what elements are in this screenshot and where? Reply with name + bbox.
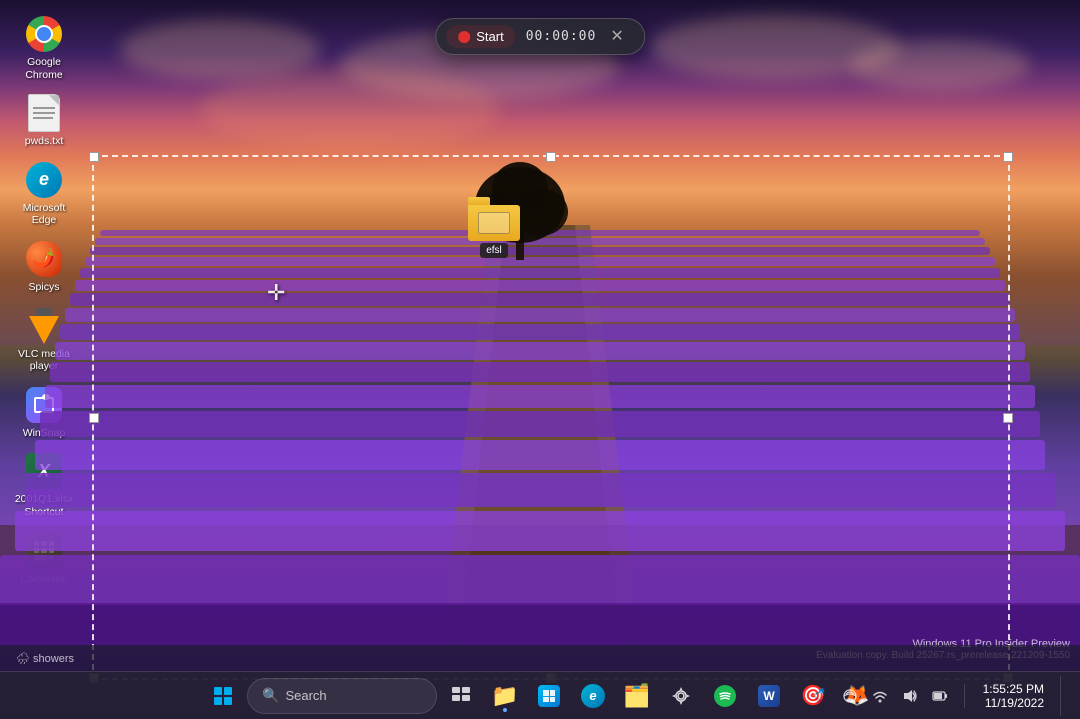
network-icon[interactable] — [836, 678, 864, 714]
taskbar: 🔍 Search 📁 — [0, 671, 1080, 719]
search-placeholder-text: Search — [285, 688, 326, 703]
windows-logo-icon — [214, 687, 232, 705]
recording-close-button[interactable]: ✕ — [606, 27, 627, 47]
settings-button[interactable] — [661, 676, 701, 716]
folder-icon — [468, 197, 520, 241]
explorer-2-button[interactable]: 🗂️ — [617, 676, 657, 716]
edge-icon: e — [24, 160, 64, 200]
start-button[interactable]: Start — [446, 25, 515, 48]
cloud-4 — [850, 40, 1030, 90]
desktop-icon-edge[interactable]: e Microsoft Edge — [8, 156, 80, 231]
desktop: efsl ✛ Google Chrome pwds.txt — [0, 0, 1080, 719]
clock-button[interactable]: 1:55:25 PM 11/19/2022 — [975, 672, 1052, 719]
lavender-field — [0, 225, 1080, 645]
weather-text: 🌧 showers — [16, 652, 74, 665]
cloud-1 — [120, 20, 320, 80]
word-button[interactable]: W — [749, 676, 789, 716]
wifi-icon[interactable] — [866, 678, 894, 714]
settings-icon — [670, 685, 692, 707]
search-magnifier-icon: 🔍 — [262, 687, 279, 704]
task-view-icon — [451, 686, 471, 706]
file-icon — [24, 93, 64, 133]
task-view-button[interactable] — [441, 676, 481, 716]
taskbar-search-bar[interactable]: 🔍 Search — [247, 678, 437, 714]
tray-icons-area — [836, 678, 954, 714]
chrome-icon — [24, 14, 64, 54]
desktop-icon-pwds[interactable]: pwds.txt — [8, 89, 80, 152]
edge-label: Microsoft Edge — [12, 202, 76, 227]
record-dot-icon — [458, 31, 470, 43]
desktop-icon-chrome[interactable]: Google Chrome — [8, 10, 80, 85]
recording-toolbar: Start 00:00:00 ✕ — [435, 18, 645, 55]
cloud-5 — [200, 70, 500, 150]
tray-expand-button[interactable]: ^ — [814, 688, 827, 704]
weather-bar: 🌧 showers — [0, 645, 1080, 671]
spotify-button[interactable] — [705, 676, 745, 716]
taskbar-center-area: 🔍 Search 📁 — [203, 676, 877, 716]
system-tray: ^ — [814, 672, 1072, 719]
chrome-label: Google Chrome — [12, 56, 76, 81]
edge-taskbar-button[interactable]: e — [573, 676, 613, 716]
start-menu-button[interactable] — [203, 676, 243, 716]
start-label: Start — [476, 29, 503, 44]
spotify-icon — [714, 685, 736, 707]
explorer-2-icon: 🗂️ — [623, 683, 650, 709]
word-icon: W — [758, 685, 780, 707]
tray-divider — [964, 684, 965, 708]
file-explorer-icon: 📁 — [491, 683, 518, 709]
file-explorer-button[interactable]: 📁 — [485, 676, 525, 716]
folder-popup[interactable]: efsl — [468, 197, 520, 258]
volume-icon[interactable] — [896, 678, 924, 714]
edge-taskbar-icon: e — [581, 684, 605, 708]
clock-time-text: 1:55:25 PM — [983, 682, 1044, 696]
show-desktop-button[interactable] — [1060, 676, 1072, 716]
clock-date-text: 11/19/2022 — [985, 696, 1044, 710]
ms-store-icon — [538, 685, 560, 707]
ms-store-button[interactable] — [529, 676, 569, 716]
battery-icon[interactable] — [926, 678, 954, 714]
folder-label: efsl — [480, 243, 508, 258]
pwds-label: pwds.txt — [25, 135, 64, 148]
recording-timer: 00:00:00 — [526, 29, 597, 44]
